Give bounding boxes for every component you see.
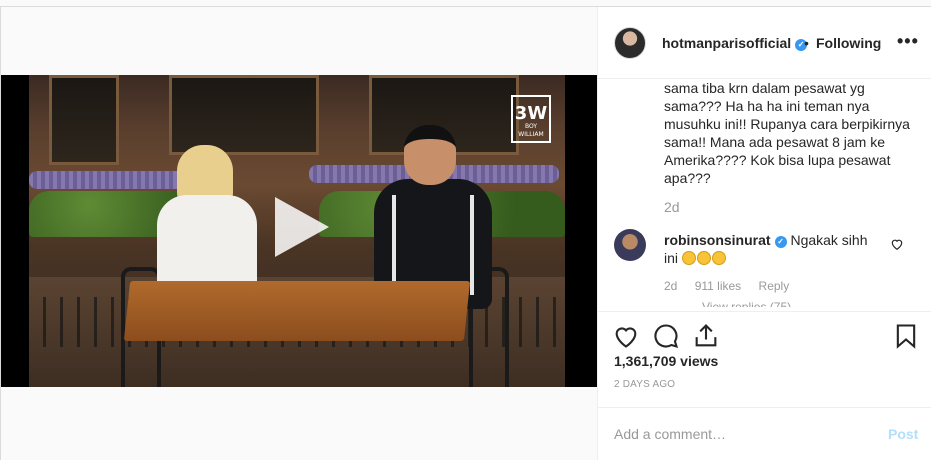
verified-badge-icon: ✓ [774,236,787,248]
post-container: ❯ [0,6,931,460]
post-date[interactable]: 2 DAYS AGO [614,379,675,390]
laughing-emoji-icon [711,251,726,265]
caption-timestamp[interactable]: 2d [664,199,680,215]
reply-button[interactable]: Reply [759,279,790,293]
video-player[interactable]: 3W BOY WILLIAM [1,75,597,387]
more-options-icon[interactable]: ••• [897,31,919,52]
avatar[interactable] [614,27,646,59]
heart-icon[interactable] [612,322,640,350]
following-button[interactable]: Following [816,35,881,51]
caption-text: sama tiba krn dalam pesawat yg sama??? H… [664,80,910,186]
add-comment-input[interactable] [614,422,864,446]
play-icon[interactable] [267,195,331,259]
channel-watermark: 3W BOY WILLIAM [511,95,551,143]
post-comment-button[interactable]: Post [888,426,918,442]
comment-likes[interactable]: 911 likes [695,279,741,293]
comment-meta: 2d 911 likes Reply [664,279,803,293]
view-replies-link[interactable]: View replies (75) [702,301,791,307]
background-window [49,75,119,165]
table [123,281,471,341]
like-comment-heart-icon[interactable] [890,237,904,251]
username-link[interactable]: hotmanparisofficial ✓ [662,35,808,51]
comment-timestamp[interactable]: 2d [664,279,677,293]
woman-figure [157,145,267,295]
comment-body: robinsonsinurat ✓ Ngakak sihh ini [664,231,884,267]
comment-icon[interactable] [652,322,680,350]
comments-list[interactable]: sama tiba krn dalam pesawat yg sama??? H… [598,79,931,311]
share-icon[interactable] [692,322,720,350]
laughing-emoji-icon [681,251,696,265]
laughing-emoji-icon [696,251,711,265]
header-separator: • [804,35,809,51]
commenter-avatar[interactable] [614,229,646,261]
view-count[interactable]: 1,361,709 views [614,353,718,369]
bookmark-icon[interactable] [892,322,920,350]
post-sidebar: hotmanparisofficial ✓ • Following ••• sam… [597,7,931,460]
post-media: ❯ [1,7,597,460]
comment-username[interactable]: robinsonsinurat ✓ [664,232,787,248]
background-window [169,75,319,155]
add-comment-section: Post [598,407,931,460]
post-header: hotmanparisofficial ✓ • Following ••• [598,7,931,79]
